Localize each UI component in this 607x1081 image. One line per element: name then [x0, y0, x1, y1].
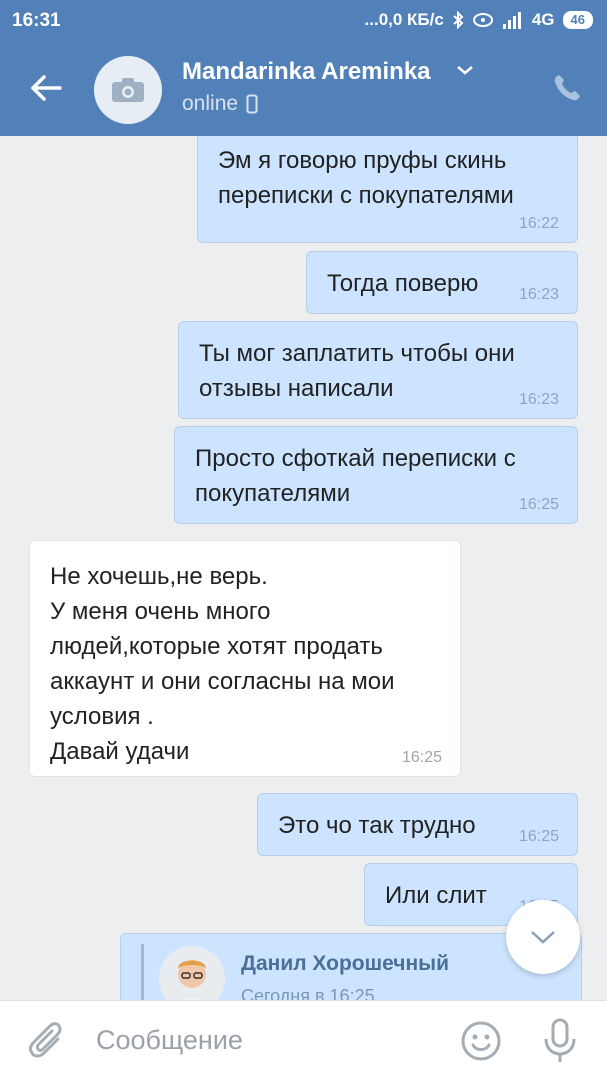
message-composer: Сообщение [0, 1000, 607, 1081]
message-bubble[interactable]: Это чо так трудно 16:25 [257, 793, 578, 856]
message-text: Просто сфоткай переписки с покупателями [195, 445, 516, 507]
message-time: 16:25 [518, 828, 559, 845]
status-bar: 16:31 ...0,0 КБ/с 4G 46 [0, 0, 607, 42]
back-arrow-icon[interactable] [26, 68, 66, 108]
forward-divider [141, 944, 144, 1000]
presence-status: online [182, 92, 258, 116]
scroll-down-button[interactable] [506, 900, 580, 974]
status-indicators: ...0,0 КБ/с 4G 46 [365, 10, 593, 30]
message-text: Это чо так трудно [278, 812, 476, 839]
battery-icon: 46 [562, 11, 593, 29]
message-text: Ты мог заплатить чтобы они отзывы написа… [199, 340, 515, 402]
contact-name[interactable]: Mandarinka Areminka [182, 58, 431, 86]
forwarded-author-name[interactable]: Данил Хорошечный [241, 952, 449, 976]
network-type: 4G [531, 10, 555, 29]
network-speed: ...0,0 КБ/с [364, 10, 444, 29]
message-bubble[interactable]: Тогда поверю 16:23 [306, 251, 578, 314]
microphone-icon[interactable] [540, 1017, 580, 1065]
emoji-icon[interactable] [460, 1020, 502, 1062]
message-list[interactable]: Эм я говорю пруфы скинь переписки с поку… [0, 136, 607, 1000]
paperclip-icon[interactable] [28, 1021, 66, 1061]
alarm-icon [472, 13, 493, 27]
message-text: Не хочешь,не верь. У меня очень много лю… [50, 563, 395, 765]
message-bubble[interactable]: Ты мог заплатить чтобы они отзывы написа… [178, 321, 578, 419]
phone-call-icon[interactable] [551, 72, 583, 104]
message-input[interactable]: Сообщение [96, 1025, 243, 1056]
bluetooth-icon [453, 11, 464, 29]
message-time: 16:23 [518, 286, 559, 303]
message-time: 16:25 [518, 496, 559, 513]
chevron-down-icon[interactable] [456, 64, 474, 76]
forwarded-author-avatar[interactable] [159, 946, 225, 1000]
presence-text: online [182, 92, 239, 115]
message-time: 16:22 [518, 215, 559, 232]
message-bubble[interactable]: Просто сфоткай переписки с покупателями … [174, 426, 578, 524]
chevron-down-icon [531, 931, 555, 944]
app-header: 16:31 ...0,0 КБ/с 4G 46 Mandarinka Aremi… [0, 0, 607, 136]
status-time: 16:31 [12, 10, 61, 31]
contact-avatar[interactable] [94, 56, 162, 124]
camera-icon [112, 78, 144, 102]
mobile-icon [246, 94, 258, 114]
message-bubble[interactable]: Не хочешь,не верь. У меня очень много лю… [29, 540, 461, 777]
message-text: Эм я говорю пруфы скинь переписки с поку… [218, 147, 514, 209]
person-photo-icon [159, 946, 225, 1000]
message-bubble[interactable]: Эм я говорю пруфы скинь переписки с поку… [197, 136, 578, 243]
forwarded-date: Сегодня в 16:25 [241, 986, 375, 1000]
signal-icon [502, 12, 521, 29]
message-time: 16:25 [401, 749, 442, 766]
message-time: 16:23 [518, 391, 559, 408]
